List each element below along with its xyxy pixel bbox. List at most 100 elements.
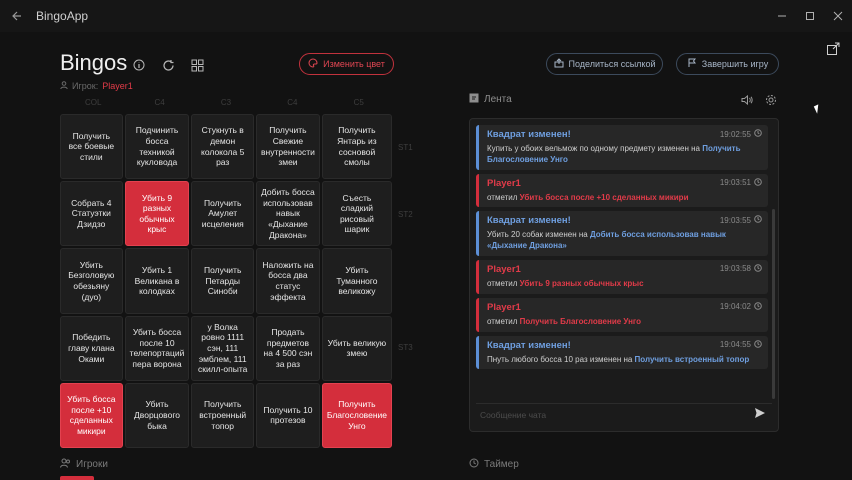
maximize-icon[interactable] xyxy=(796,0,824,32)
message-time: 19:04:02 xyxy=(719,301,762,312)
grid-icon[interactable] xyxy=(189,57,205,73)
message-time: 19:03:58 xyxy=(720,264,762,274)
bingo-cell[interactable]: Получить все боевые стили xyxy=(60,114,123,180)
info-icon[interactable] xyxy=(131,57,147,73)
timer-section-header: Таймер xyxy=(469,458,519,471)
column-header: COL xyxy=(84,98,102,107)
mouse-cursor xyxy=(813,102,827,114)
message-time: 19:03:51 xyxy=(719,177,762,188)
settings-gear-icon[interactable] xyxy=(765,94,777,109)
player-chip xyxy=(60,476,94,480)
message-text: Убить 20 собак изменен на xyxy=(487,230,590,240)
column-header: C3 xyxy=(220,98,232,107)
bingo-cell[interactable]: Получить Свежие внутренности змеи xyxy=(256,114,320,180)
bingo-cell[interactable]: Подчинить босса техникой кукловода xyxy=(124,114,190,180)
finish-game-label: Завершить игру xyxy=(701,59,769,69)
share-link-button[interactable]: Поделиться ссылкой xyxy=(546,53,663,75)
feed-message: Квадрат изменен! 19:03:55 Убить 20 собак и… xyxy=(476,211,768,256)
timer-title: Таймер xyxy=(484,459,519,470)
feed-message: Квадрат изменен! 19:04:55 Пнуть любого бос… xyxy=(476,335,768,370)
feed-messages[interactable]: Квадрат изменен! 19:02:55 Купить у обоих в… xyxy=(476,125,768,403)
clock-icon xyxy=(754,177,762,188)
change-color-label: Изменить цвет xyxy=(323,59,385,69)
message-timestamp: 19:03:51 xyxy=(719,178,751,188)
row-header xyxy=(398,381,413,448)
message-time: 19:03:55 xyxy=(720,215,762,225)
message-text: Пнуть любого босса 10 раз изменен на xyxy=(487,354,635,364)
message-body: отметил Получить Благословение Унго xyxy=(487,317,762,328)
feed-message: Квадрат изменен! 19:02:55 Купить у обоих в… xyxy=(476,125,768,170)
message-body: Убить 20 собак изменен на Добить босса и… xyxy=(487,230,762,252)
column-header: C4 xyxy=(287,98,298,107)
message-body: отметил Убить босса после +10 сделанных … xyxy=(487,193,762,204)
app-title: BingoApp xyxy=(36,9,89,23)
message-text: Купить у обоих вельмож по одному предмет… xyxy=(487,144,703,153)
message-timestamp: 19:03:55 xyxy=(719,215,751,225)
bingo-cell[interactable]: Убить 1 Великана в колодках xyxy=(124,248,190,314)
bingo-cell[interactable]: Получить Петарды Синоби xyxy=(191,248,255,314)
row-header xyxy=(398,248,413,315)
chat-input[interactable] xyxy=(476,409,754,420)
bingo-cell[interactable]: Убить великую змею xyxy=(321,315,392,381)
message-timestamp: 19:04:02 xyxy=(719,302,751,312)
volume-icon[interactable] xyxy=(741,94,753,109)
clock-icon xyxy=(754,215,762,225)
message-timestamp: 19:03:58 xyxy=(719,264,751,274)
message-body: Купить у обоих вельмож по одному предмет… xyxy=(487,144,762,166)
share-icon xyxy=(554,58,564,70)
message-body: Пнуть любого босса 10 раз изменен на Пол… xyxy=(487,355,762,366)
bingo-cell[interactable]: Получить Янтарь из сосновой смолы xyxy=(321,114,392,180)
finish-game-button[interactable]: Завершить игру xyxy=(676,53,779,75)
column-headers: COL C4 C3 C4 C5 xyxy=(60,98,392,107)
refresh-icon[interactable] xyxy=(160,57,176,73)
players-section-header: Игроки xyxy=(60,458,108,471)
bingo-cell[interactable]: Убить босса после +10 сделанных микири xyxy=(60,382,123,448)
row-header: ST1 xyxy=(398,142,413,152)
column-header: C5 xyxy=(353,98,364,107)
palette-icon xyxy=(308,58,318,70)
bingo-cell[interactable]: Убить босса после 10 телепортаций пера в… xyxy=(124,315,190,381)
bingo-cell[interactable]: Продать предметов на 4 500 сэн за раз xyxy=(256,315,320,381)
row-header: ST3 xyxy=(398,343,413,353)
clock-icon xyxy=(754,264,762,274)
scrollbar[interactable] xyxy=(772,209,775,399)
bingo-cell[interactable]: Съесть сладкий рисовый шарик xyxy=(321,181,392,247)
feed-message: Player1 19:03:58 отметил Убить 9 разных об… xyxy=(476,259,768,294)
bingo-cell[interactable]: Убить Туманного великожу xyxy=(321,248,392,314)
chat-bar xyxy=(476,403,772,425)
bingo-cell[interactable]: Получить Благословение Унго xyxy=(321,382,392,448)
bingo-cell[interactable]: Убить Безголовую обезьяну (дуо) xyxy=(60,248,123,314)
send-icon[interactable] xyxy=(754,407,766,422)
column-header: C4 xyxy=(154,98,165,107)
message-text: отметил xyxy=(487,192,520,202)
row-header: ST2 xyxy=(398,209,413,219)
bingo-cell[interactable]: у Волка ровно 1111 сэн, 111 эмблем, 111 … xyxy=(191,315,255,381)
bingo-cell[interactable]: Убить Дворцового быка xyxy=(124,382,190,448)
close-icon[interactable] xyxy=(824,0,852,32)
bingo-cell[interactable]: Получить 10 протезов xyxy=(256,382,320,448)
player-info: Игрок: Player1 xyxy=(60,81,133,91)
message-time: 19:04:55 xyxy=(719,339,762,350)
message-highlight: Получить Благословение Унго xyxy=(519,316,642,326)
row-headers: ST1 ST2 ST3 xyxy=(398,114,413,448)
open-external-icon[interactable] xyxy=(826,42,840,61)
minimize-icon[interactable] xyxy=(768,0,796,32)
back-arrow-icon[interactable] xyxy=(0,0,32,32)
players-icon xyxy=(60,458,71,471)
bingo-board: Получить все боевые стили Подчинить босса… xyxy=(60,114,392,448)
bingo-cell[interactable]: Получить Амулет исцеления xyxy=(191,181,255,247)
bingo-cell[interactable]: Убить 9 разных обычных крыс xyxy=(124,181,190,247)
bingo-cell[interactable]: Наложить на босса два статус эффекта xyxy=(256,248,320,314)
message-timestamp: 19:04:55 xyxy=(719,340,751,350)
bingo-cell[interactable]: Стукнуть в демон колокола 5 раз xyxy=(191,114,255,180)
bingo-cell[interactable]: Получить встроенный топор xyxy=(191,382,255,448)
bingo-cell[interactable]: Собрать 4 Статуэтки Дзидзо xyxy=(60,181,123,247)
message-highlight: Получить встроенный топор xyxy=(634,354,750,364)
message-text: отметил xyxy=(487,316,520,326)
message-highlight: Убить 9 разных обычных крыс xyxy=(519,278,644,288)
bingo-cell[interactable]: Победить главу клана Оками xyxy=(60,315,123,381)
page-title: Bingos xyxy=(60,50,128,75)
title-bar: BingoApp xyxy=(0,0,852,32)
change-color-button[interactable]: Изменить цвет xyxy=(299,53,394,75)
bingo-cell[interactable]: Добить босса использовав навык «Дыхание … xyxy=(256,181,320,247)
